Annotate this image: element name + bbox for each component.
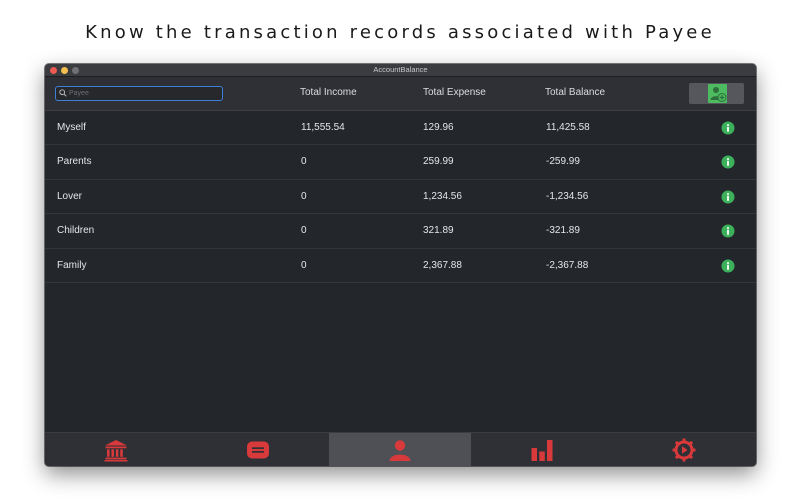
table-header: Total Income Total Expense Total Balance: [45, 77, 756, 111]
expense-value: 321.89: [423, 225, 454, 237]
income-value: 0: [301, 190, 307, 202]
info-icon[interactable]: [721, 155, 735, 169]
transactions-icon: [247, 441, 269, 459]
payee-name: Lover: [57, 190, 83, 202]
income-value: 0: [301, 156, 307, 168]
income-value: 0: [301, 225, 307, 237]
expense-value: 129.96: [423, 122, 454, 133]
add-payee-icon: [708, 84, 727, 103]
expense-value: 2,367.88: [423, 259, 462, 271]
income-value: 11,555.54: [301, 122, 345, 133]
payee-name: Parents: [57, 156, 92, 168]
info-icon[interactable]: [721, 121, 735, 135]
table-row[interactable]: Myself 11,555.54 129.96 11,425.58: [45, 111, 756, 146]
chart-icon: [531, 440, 553, 461]
info-icon[interactable]: [721, 190, 735, 204]
bank-icon: [104, 440, 128, 462]
search-field[interactable]: [55, 86, 223, 101]
tab-settings[interactable]: [613, 433, 755, 466]
balance-value: 11,425.58: [546, 122, 590, 133]
tab-transactions[interactable]: [187, 433, 329, 466]
search-icon: [59, 89, 67, 97]
table-row[interactable]: Children 0 321.89 -321.89: [45, 214, 756, 249]
column-header-expense: Total Expense: [423, 87, 486, 98]
payee-table: Myself 11,555.54 129.96 11,425.58 Parent…: [45, 111, 756, 283]
payee-icon: [389, 440, 411, 461]
payee-name: Family: [57, 259, 87, 271]
tab-accounts[interactable]: [45, 433, 187, 466]
income-value: 0: [301, 259, 307, 271]
headline: Know the transaction records associated …: [85, 22, 715, 43]
column-header-income: Total Income: [300, 87, 357, 98]
info-icon[interactable]: [721, 224, 735, 238]
balance-value: -2,367.88: [546, 259, 589, 271]
settings-icon: [672, 438, 696, 462]
search-input[interactable]: [69, 87, 219, 99]
payee-name: Children: [57, 225, 95, 237]
column-header-balance: Total Balance: [545, 87, 606, 98]
expense-value: 259.99: [423, 156, 454, 168]
expense-value: 1,234.56: [423, 190, 462, 202]
balance-value: -1,234.56: [546, 190, 589, 202]
tab-payees[interactable]: [329, 433, 471, 466]
window-title: AccountBalance: [373, 65, 428, 74]
balance-value: -321.89: [546, 225, 580, 237]
balance-value: -259.99: [546, 156, 580, 168]
app-window: AccountBalance Total Income Total Expens…: [45, 64, 756, 466]
info-icon[interactable]: [721, 259, 735, 273]
table-row[interactable]: Parents 0 259.99 -259.99: [45, 145, 756, 180]
title-bar: AccountBalance: [45, 64, 756, 77]
tab-reports[interactable]: [471, 433, 613, 466]
table-row[interactable]: Lover 0 1,234.56 -1,234.56: [45, 180, 756, 215]
payee-name: Myself: [57, 122, 86, 133]
tab-bar: [45, 432, 756, 466]
table-row[interactable]: Family 0 2,367.88 -2,367.88: [45, 249, 756, 283]
add-payee-button[interactable]: [689, 83, 744, 104]
